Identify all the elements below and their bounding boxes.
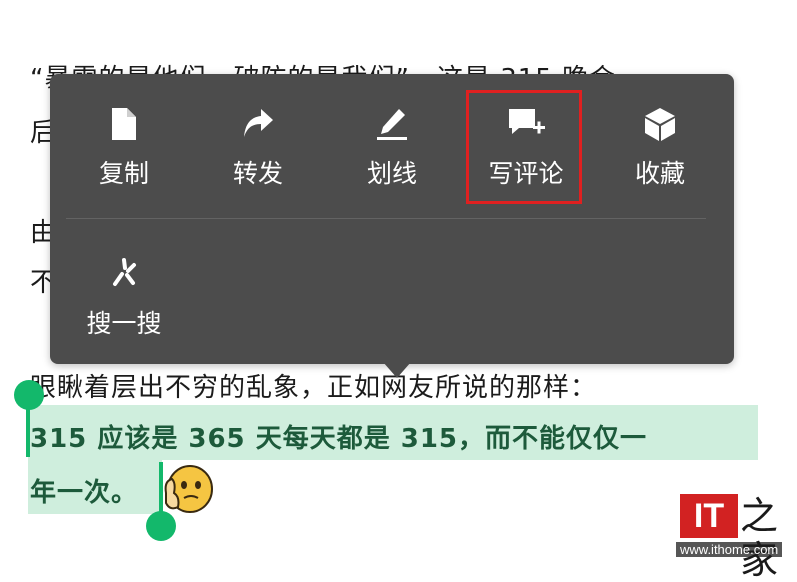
selected-text-line: 年一次。 bbox=[30, 478, 139, 508]
forward-label: 转发 bbox=[232, 159, 283, 188]
search-button[interactable]: 搜一搜 bbox=[64, 256, 184, 340]
selection-end-handle[interactable] bbox=[146, 511, 176, 541]
menu-divider bbox=[66, 218, 706, 219]
share-arrow-icon bbox=[198, 106, 318, 146]
thinking-emoji-icon bbox=[160, 463, 214, 519]
underline-button[interactable]: 划线 bbox=[332, 106, 452, 190]
copy-button[interactable]: 复制 bbox=[64, 106, 184, 190]
favorite-label: 收藏 bbox=[634, 159, 685, 188]
text-context-menu: 复制 转发 划线 写评论 收藏 搜一搜 bbox=[50, 74, 734, 364]
watermark-logo: IT bbox=[680, 494, 738, 538]
write-comment-label: 写评论 bbox=[488, 159, 564, 188]
forward-button[interactable]: 转发 bbox=[198, 106, 318, 190]
ithome-watermark: IT 之家 www.ithome.com bbox=[676, 494, 788, 582]
watermark-logo-char: 之家 bbox=[740, 494, 779, 582]
pen-underline-icon bbox=[332, 106, 452, 146]
sparkle-search-icon bbox=[64, 256, 184, 296]
write-comment-button[interactable]: 写评论 bbox=[466, 106, 586, 190]
selected-text-line: 315 应该是 365 天每天都是 315，而不能仅仅一 bbox=[30, 424, 648, 454]
document-icon bbox=[64, 106, 184, 146]
menu-pointer-arrow bbox=[383, 362, 411, 378]
search-label: 搜一搜 bbox=[86, 309, 162, 338]
underline-label: 划线 bbox=[366, 159, 417, 188]
favorite-button[interactable]: 收藏 bbox=[600, 106, 720, 190]
selection-start-handle[interactable] bbox=[14, 380, 44, 410]
comment-add-icon bbox=[466, 106, 586, 146]
copy-label: 复制 bbox=[98, 159, 149, 188]
article-line: 眼瞅着层出不穷的乱象，正如网友所说的那样： bbox=[30, 373, 598, 403]
watermark-url: www.ithome.com bbox=[676, 542, 783, 557]
cube-icon bbox=[600, 106, 720, 146]
selection-end-handle-bar[interactable] bbox=[159, 462, 163, 514]
